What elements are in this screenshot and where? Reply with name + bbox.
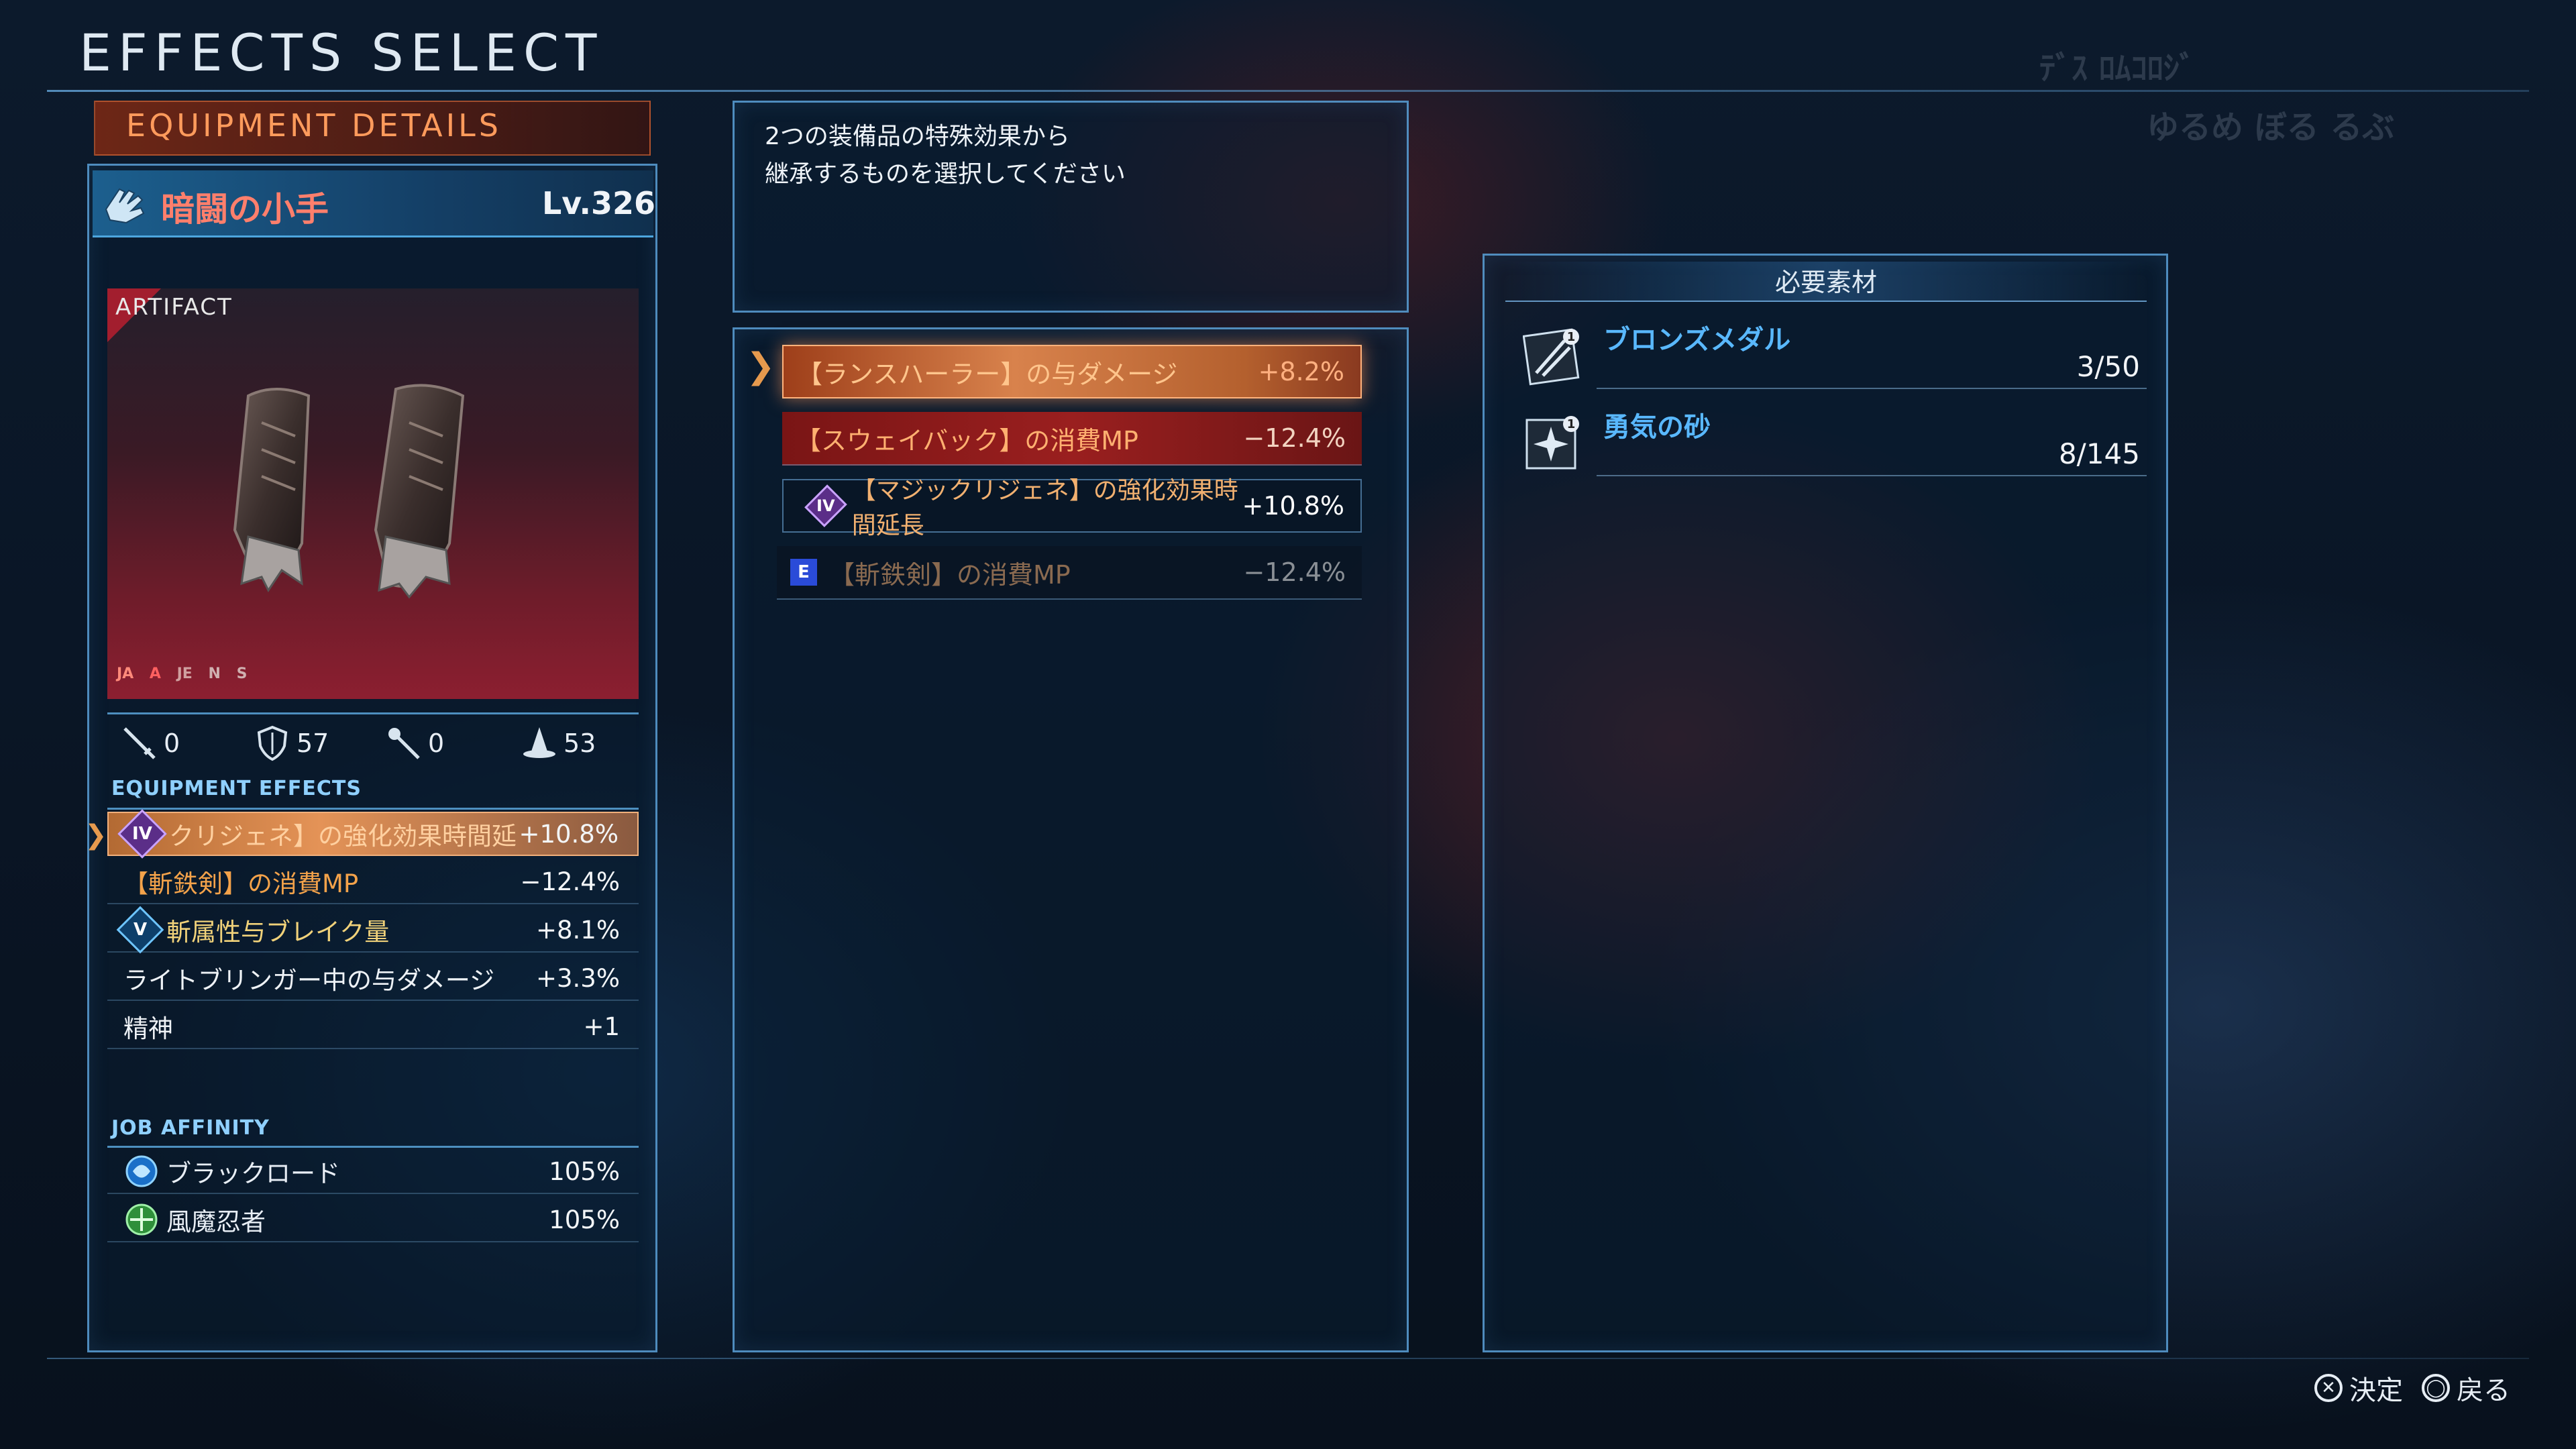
cross-button-icon[interactable]: ✕ [2314, 1374, 2343, 1402]
equipment-effects-label: EQUIPMENT EFFECTS [111, 777, 362, 800]
job-tag: JA [117, 665, 134, 682]
option-value: −12.4% [1243, 557, 1346, 587]
job-affinity-row: 風魔忍者 105% [107, 1198, 639, 1242]
material-divider [1597, 388, 2147, 389]
material-name: 勇気の砂 [1603, 412, 1711, 443]
item-name: 暗闘の小手 [161, 190, 329, 229]
material-name: ブロンズメダル [1603, 325, 1791, 356]
option-label: 【斬鉄剣】の消費MP [829, 559, 1071, 590]
job-label: 風魔忍者 [166, 1208, 266, 1236]
background-text: ゆるめ ぼる るぶ [2147, 109, 2395, 146]
option-row-selected[interactable]: 【ランスハーラー】の与ダメージ +8.2% [782, 345, 1362, 398]
equipped-badge-icon: E [790, 559, 817, 586]
stat-defense: 57 [254, 724, 329, 762]
footer-controls: ✕ 決定 ◯ 戻る [2314, 1368, 2510, 1407]
effect-value: −12.4% [520, 867, 620, 896]
effect-value: +1 [583, 1012, 620, 1041]
job-tags: JA A JE N S [117, 665, 258, 682]
effects-divider [107, 808, 639, 810]
effect-value: +8.1% [535, 915, 620, 945]
material-row: 1 勇気の砂 8/145 [1516, 401, 2147, 476]
effect-row[interactable]: ライトブリンガー中の与ダメージ +3.3% [107, 957, 639, 1001]
description-line: 継承するものを選択してください [765, 160, 1126, 188]
effect-label: ライトブリンガー中の与ダメージ [123, 966, 495, 995]
grade-badge: IV [132, 823, 152, 844]
confirm-label[interactable]: 決定 [2349, 1368, 2403, 1407]
job-tag: JE [176, 665, 193, 682]
circle-button-icon[interactable]: ◯ [2422, 1374, 2450, 1402]
svg-text:1: 1 [1567, 330, 1576, 344]
wand-icon [388, 728, 420, 759]
stat-magic: 0 [385, 724, 444, 762]
option-label: 【マジックリジェネ】の強化効果時間延長 [851, 477, 1238, 539]
effect-label: 【斬鉄剣】の消費MP [123, 869, 359, 898]
sand-icon: 1 [1525, 416, 1579, 470]
svg-text:1: 1 [1567, 417, 1576, 431]
equipment-details-label: EQUIPMENT DETAILS [126, 107, 502, 144]
page-title: EFFECTS SELECT [79, 23, 604, 83]
material-row: 1 ブロンズメダル 3/50 [1516, 314, 2147, 389]
effect-row[interactable]: V 斬属性与ブレイク量 +8.1% [107, 906, 639, 954]
description-text: 2つの装備品の特殊効果から 継承するものを選択してください [765, 118, 1126, 193]
material-divider [1597, 475, 2147, 476]
back-label[interactable]: 戻る [2457, 1368, 2510, 1407]
item-level: Lv.326 [542, 185, 656, 221]
effect-value: +3.3% [535, 963, 620, 993]
stat-value: 0 [428, 729, 445, 758]
grade-v-icon: V [116, 906, 164, 954]
effect-label: 斬属性与ブレイク量 [166, 918, 390, 947]
stat-value: 0 [164, 729, 180, 758]
option-label: 【ランスハーラー】の与ダメージ [797, 359, 1178, 389]
job-value: 105% [549, 1157, 620, 1186]
stats-divider [107, 712, 639, 714]
grade-badge: V [133, 920, 148, 940]
job-affinity-label: JOB AFFINITY [111, 1116, 270, 1140]
footer-divider [47, 1358, 2529, 1359]
job-label: ブラックロード [166, 1159, 340, 1188]
job-tag: S [236, 665, 248, 682]
option-value: +10.8% [1242, 491, 1344, 521]
grade-badge: IV [816, 496, 835, 515]
option-label: 【スウェイバック】の消費MP [796, 425, 1138, 455]
job-tag: N [208, 665, 221, 682]
materials-header: 必要素材 [1505, 262, 2147, 302]
affinity-divider [107, 1146, 639, 1148]
effect-row[interactable]: 【斬鉄剣】の消費MP −12.4% [107, 860, 639, 904]
job-tag: A [149, 665, 161, 682]
job-affinity-row: ブラックロード 105% [107, 1150, 639, 1194]
option-row-disabled[interactable]: E 【斬鉄剣】の消費MP −12.4% [777, 546, 1362, 600]
description-line: 2つの装備品の特殊効果から [765, 123, 1070, 150]
option-row[interactable]: 【スウェイバック】の消費MP −12.4% [782, 412, 1362, 466]
shield-icon [257, 725, 288, 761]
stat-attack: 0 [121, 724, 180, 762]
gauntlet-icon [99, 176, 153, 229]
rarity-label: ARTIFACT [115, 294, 233, 321]
stat-value: 53 [564, 729, 596, 758]
effect-row[interactable]: 精神 +1 [107, 1005, 639, 1049]
effect-row-selected[interactable]: IV クリジェネ】の強化効果時間延 +10.8% [107, 809, 639, 859]
job-value: 105% [549, 1205, 620, 1234]
selection-cursor: ❯ [746, 346, 775, 386]
option-value: −12.4% [1243, 423, 1346, 453]
option-row[interactable]: IV 【マジックリジェネ】の強化効果時間延長 +10.8% [782, 477, 1362, 539]
header-divider [47, 90, 2529, 92]
effect-label: クリジェネ】の強化効果時間延 [169, 822, 517, 851]
grade-iv-icon: IV [804, 484, 847, 527]
effect-value: +10.8% [519, 819, 619, 849]
selection-cursor: ❯ [85, 820, 107, 851]
effect-label: 精神 [123, 1014, 173, 1043]
bronze-medal-icon: 1 [1523, 328, 1580, 386]
black-lord-icon [125, 1155, 158, 1187]
stat-mdefense: 53 [521, 724, 596, 762]
material-count: 8/145 [2058, 437, 2140, 470]
background-text: ﾃﾞｽ ﾛﾑｺﾛｼﾞ [2039, 50, 2196, 87]
gauntlets-image [221, 382, 517, 610]
sword-icon [123, 727, 156, 759]
grade-iv-icon: IV [117, 809, 167, 859]
hat-icon [523, 727, 555, 758]
stat-value: 57 [297, 729, 329, 758]
material-count: 3/50 [2076, 350, 2140, 383]
ninja-icon [125, 1203, 158, 1236]
option-value: +8.2% [1258, 357, 1344, 386]
